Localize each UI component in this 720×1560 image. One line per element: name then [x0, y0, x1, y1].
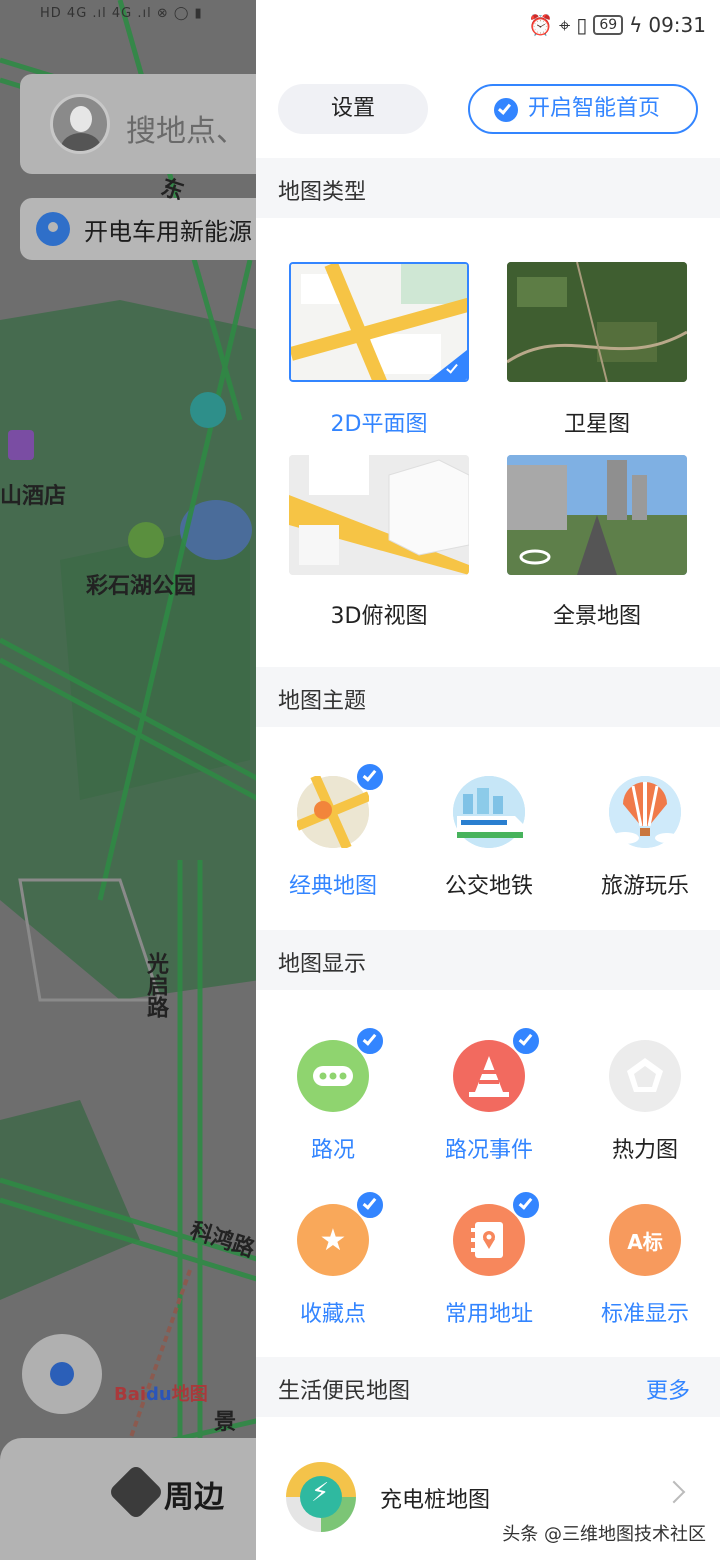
traffic-icon [297, 1026, 385, 1112]
transit-icon [453, 776, 525, 848]
section-title: 地图类型 [278, 180, 367, 205]
baidu-map-logo: Baidu地图 [114, 1380, 208, 1406]
map-type-satellite-label: 卫星图 [563, 412, 630, 437]
vibrate-icon: ▯ [576, 13, 588, 37]
theme-transit[interactable]: 公交地铁 [414, 776, 564, 900]
check-circle-icon [494, 98, 518, 122]
nearby-tab[interactable]: 周边 [164, 1472, 224, 1516]
left-status-icons: HD 4G .ıl 4G .ıl ⊗ ◯ ▮ [40, 6, 203, 21]
battery-indicator: 69 [593, 15, 624, 35]
theme-travel-label: 旅游玩乐 [600, 874, 689, 899]
traffic-cone-icon [453, 1026, 541, 1112]
theme-transit-label: 公交地铁 [444, 874, 533, 899]
display-favorites-label: 收藏点 [299, 1302, 366, 1327]
map-type-3d-thumb[interactable] [289, 455, 469, 575]
section-title: 地图主题 [278, 689, 367, 714]
smart-home-button[interactable]: 开启智能首页 [468, 84, 698, 134]
compass-icon [107, 1463, 165, 1521]
map-type-satellite-thumb[interactable] [507, 262, 687, 382]
display-traffic-events-label: 路况事件 [444, 1138, 533, 1163]
theme-classic-label: 经典地图 [288, 874, 377, 899]
display-traffic-label: 路况 [310, 1138, 355, 1163]
3d-buildings-icon [289, 455, 469, 575]
chevron-right-icon [662, 1480, 686, 1504]
charging-icon: ϟ [629, 13, 643, 37]
status-bar: ⏰ ⌖ ▯ 69 ϟ 09:31 [528, 10, 706, 40]
ev-banner-text: 开电车用新能源 [84, 218, 252, 246]
logo-part-a: Bai [114, 1384, 147, 1405]
selected-check-icon [429, 350, 467, 380]
display-heatmap-label: 热力图 [611, 1138, 678, 1163]
alarm-icon: ⏰ [528, 13, 554, 37]
display-heatmap[interactable]: 热力图 [570, 1040, 720, 1164]
hotel-icon [8, 430, 34, 460]
location-pin-icon [36, 212, 70, 246]
display-favorites[interactable]: ★ 收藏点 [258, 1190, 408, 1328]
section-title: 生活便民地图 [278, 1379, 411, 1404]
section-map-display: 地图显示 [256, 930, 720, 990]
map-layers-drawer: ⏰ ⌖ ▯ 69 ϟ 09:31 设置 开启智能首页 地图类型 2D平面图 卫星… [256, 0, 720, 1560]
map-type-panorama-thumb[interactable] [507, 455, 687, 575]
map-type-2d-thumb[interactable] [289, 262, 469, 382]
display-standard[interactable]: A标 标准显示 [570, 1204, 720, 1328]
selected-check-icon [355, 1190, 385, 1220]
avatar[interactable] [50, 94, 110, 154]
theme-travel[interactable]: 旅游玩乐 [570, 776, 720, 900]
section-map-theme: 地图主题 [256, 667, 720, 727]
restroom-icon [190, 392, 226, 428]
map-label-hotel: 山酒店 [0, 484, 67, 509]
location-icon: ⌖ [559, 13, 571, 37]
standard-display-icon: A标 [609, 1204, 681, 1276]
map-label-road-guangqi: 光启路 [143, 952, 168, 1018]
charging-station-label: 充电桩地图 [380, 1488, 491, 1513]
hot-air-balloon-icon [609, 776, 681, 848]
panorama-street-icon [507, 455, 687, 575]
display-traffic-events[interactable]: 路况事件 [414, 1026, 564, 1164]
bolt-icon: ⚡ [311, 1478, 330, 1508]
star-icon: ★ [297, 1190, 385, 1276]
satellite-image-icon [507, 262, 687, 382]
map-type-3d-label: 3D俯视图 [330, 604, 428, 629]
logo-part-c: 地图 [171, 1384, 208, 1405]
theme-classic[interactable]: 经典地图 [258, 762, 408, 900]
selected-check-icon [355, 1026, 385, 1056]
park-icon [128, 522, 164, 558]
map-label-park: 彩石湖公园 [86, 574, 197, 599]
map-type-panorama-label: 全景地图 [552, 604, 641, 629]
watermark: 头条 @三维地图技术社区 [502, 1524, 706, 1545]
selected-check-icon [511, 1026, 541, 1056]
map-label-landmark: 景 [214, 1410, 237, 1435]
search-placeholder: 搜地点、 [126, 114, 246, 149]
display-standard-label: 标准显示 [600, 1302, 689, 1327]
classic-map-icon [297, 762, 385, 848]
address-book-icon [453, 1190, 541, 1276]
logo-part-b: du [146, 1384, 172, 1405]
display-common-address-label: 常用地址 [444, 1302, 533, 1327]
smart-home-label: 开启智能首页 [528, 96, 661, 121]
more-link[interactable]: 更多 [646, 1373, 690, 1405]
locate-button[interactable] [22, 1334, 102, 1414]
section-map-type: 地图类型 [256, 158, 720, 218]
section-title: 地图显示 [278, 952, 367, 977]
display-traffic[interactable]: 路况 [258, 1026, 408, 1164]
map-type-2d-label: 2D平面图 [330, 412, 428, 437]
selected-check-icon [355, 762, 385, 792]
section-life-map: 生活便民地图 更多 [256, 1357, 720, 1417]
settings-button[interactable]: 设置 [278, 84, 428, 134]
heatmap-icon [609, 1040, 681, 1112]
status-time: 09:31 [648, 13, 706, 37]
selected-check-icon [511, 1190, 541, 1220]
display-common-address[interactable]: 常用地址 [414, 1190, 564, 1328]
